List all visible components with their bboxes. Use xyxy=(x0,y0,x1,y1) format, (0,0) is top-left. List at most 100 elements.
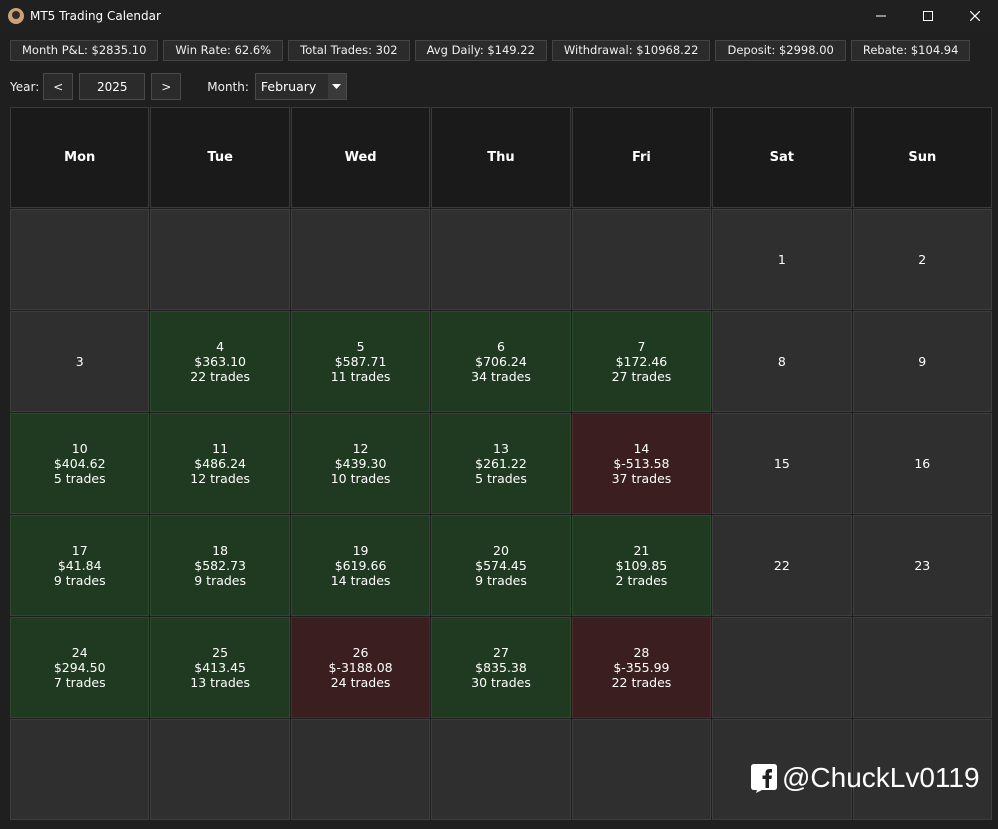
day-cell-26[interactable]: 26 $-3188.08 24 trades xyxy=(290,617,431,718)
day-number: 1 xyxy=(777,252,786,267)
close-button[interactable] xyxy=(951,0,998,31)
weekday-header-sun: Sun xyxy=(852,107,992,208)
day-pnl: $706.24 xyxy=(475,354,527,369)
minimize-icon xyxy=(875,15,886,16)
day-trades: 5 trades xyxy=(53,471,106,486)
day-pnl: $587.71 xyxy=(334,354,387,369)
day-cell-20[interactable]: 20 $574.45 9 trades xyxy=(431,515,571,616)
day-cell-12[interactable]: 12 $439.30 10 trades xyxy=(290,413,431,514)
day-trades: 10 trades xyxy=(330,471,391,486)
day-number: 8 xyxy=(777,354,786,369)
date-controls: Year: < 2025 > Month: February xyxy=(10,73,347,100)
day-cell-6[interactable]: 6 $706.24 34 trades xyxy=(431,311,571,412)
day-cell-21[interactable]: 21 $109.85 2 trades xyxy=(571,515,712,616)
day-number: 11 xyxy=(212,441,229,456)
day-cell-28[interactable]: 28 $-355.99 22 trades xyxy=(571,617,712,718)
day-cell-18[interactable]: 18 $582.73 9 trades xyxy=(150,515,290,616)
day-trades: 22 trades xyxy=(190,369,250,384)
day-cell-9[interactable]: 9 xyxy=(852,311,992,412)
stat-month-pnl: Month P&L: $2835.10 xyxy=(10,40,159,61)
day-cell-empty xyxy=(290,719,431,820)
day-pnl: $835.38 xyxy=(475,660,527,675)
day-number: 19 xyxy=(352,543,369,558)
day-cell-23[interactable]: 23 xyxy=(852,515,992,616)
day-cell-10[interactable]: 10 $404.62 5 trades xyxy=(10,413,150,514)
day-pnl: $-513.58 xyxy=(613,456,670,471)
day-number: 2 xyxy=(918,252,927,267)
day-cell-16[interactable]: 16 xyxy=(852,413,992,514)
day-pnl: $404.62 xyxy=(53,456,106,471)
weekday-header-sat: Sat xyxy=(712,107,852,208)
day-trades: 5 trades xyxy=(475,471,527,486)
day-trades: 9 trades xyxy=(53,573,106,588)
facebook-icon xyxy=(751,764,777,793)
day-number: 15 xyxy=(773,456,790,471)
maximize-icon xyxy=(922,10,933,21)
day-pnl: $-355.99 xyxy=(613,660,670,675)
day-cell-empty xyxy=(150,719,290,820)
day-cell-4[interactable]: 4 $363.10 22 trades xyxy=(150,311,290,412)
day-pnl: $574.45 xyxy=(475,558,527,573)
month-label: Month: xyxy=(207,79,249,94)
day-cell-13[interactable]: 13 $261.22 5 trades xyxy=(431,413,571,514)
day-cell-8[interactable]: 8 xyxy=(712,311,852,412)
day-cell-17[interactable]: 17 $41.84 9 trades xyxy=(10,515,150,616)
day-cell-15[interactable]: 15 xyxy=(712,413,852,514)
day-number: 4 xyxy=(216,339,225,354)
month-select-value: February xyxy=(260,79,317,94)
day-cell-5[interactable]: 5 $587.71 11 trades xyxy=(290,311,431,412)
day-cell-11[interactable]: 11 $486.24 12 trades xyxy=(150,413,290,514)
day-number: 16 xyxy=(914,456,931,471)
month-select[interactable]: February xyxy=(254,73,347,100)
day-number: 12 xyxy=(352,441,369,456)
maximize-button[interactable] xyxy=(904,0,951,31)
day-trades: 34 trades xyxy=(471,369,531,384)
day-number: 6 xyxy=(497,339,505,354)
prev-year-button[interactable]: < xyxy=(43,73,74,100)
day-pnl: $109.85 xyxy=(615,558,668,573)
stat-avg-daily: Avg Daily: $149.22 xyxy=(414,40,547,61)
day-cell-empty xyxy=(10,719,150,820)
day-pnl: $41.84 xyxy=(57,558,102,573)
day-trades: 37 trades xyxy=(611,471,672,486)
day-pnl: $486.24 xyxy=(194,456,246,471)
day-cell-14[interactable]: 14 $-513.58 37 trades xyxy=(571,413,712,514)
day-cell-7[interactable]: 7 $172.46 27 trades xyxy=(571,311,712,412)
year-input[interactable]: 2025 xyxy=(79,73,146,100)
day-trades: 24 trades xyxy=(330,675,391,690)
weekday-header-mon: Mon xyxy=(10,107,150,208)
chevron-down-icon[interactable] xyxy=(327,74,346,99)
year-label: Year: xyxy=(10,79,40,94)
day-cell-24[interactable]: 24 $294.50 7 trades xyxy=(10,617,150,718)
stat-total-trades: Total Trades: 302 xyxy=(288,40,410,61)
day-cell-2[interactable]: 2 xyxy=(852,209,992,310)
weekday-header-tue: Tue xyxy=(150,107,290,208)
day-cell-22[interactable]: 22 xyxy=(712,515,852,616)
day-cell-27[interactable]: 27 $835.38 30 trades xyxy=(431,617,571,718)
day-number: 23 xyxy=(914,558,931,573)
minimize-button[interactable] xyxy=(857,0,904,31)
day-number: 10 xyxy=(71,441,88,456)
weekday-header-wed: Wed xyxy=(290,107,431,208)
window-title: MT5 Trading Calendar xyxy=(30,8,161,23)
stat-win-rate: Win Rate: 62.6% xyxy=(163,40,284,61)
day-number: 20 xyxy=(493,543,509,558)
day-trades: 11 trades xyxy=(330,369,391,384)
day-number: 13 xyxy=(493,441,509,456)
day-trades: 7 trades xyxy=(53,675,106,690)
day-pnl: $413.45 xyxy=(194,660,246,675)
day-cell-1[interactable]: 1 xyxy=(712,209,852,310)
day-trades: 14 trades xyxy=(330,573,391,588)
day-cell-empty xyxy=(431,719,571,820)
day-number: 9 xyxy=(918,354,927,369)
stat-rebate: Rebate: $104.94 xyxy=(850,40,971,61)
next-year-button[interactable]: > xyxy=(151,73,182,100)
day-cell-empty xyxy=(290,209,431,310)
day-cell-empty xyxy=(571,209,712,310)
day-pnl: $261.22 xyxy=(475,456,527,471)
day-trades: 22 trades xyxy=(611,675,672,690)
day-cell-19[interactable]: 19 $619.66 14 trades xyxy=(290,515,431,616)
day-trades: 2 trades xyxy=(615,573,668,588)
day-cell-25[interactable]: 25 $413.45 13 trades xyxy=(150,617,290,718)
day-cell-3[interactable]: 3 xyxy=(10,311,150,412)
